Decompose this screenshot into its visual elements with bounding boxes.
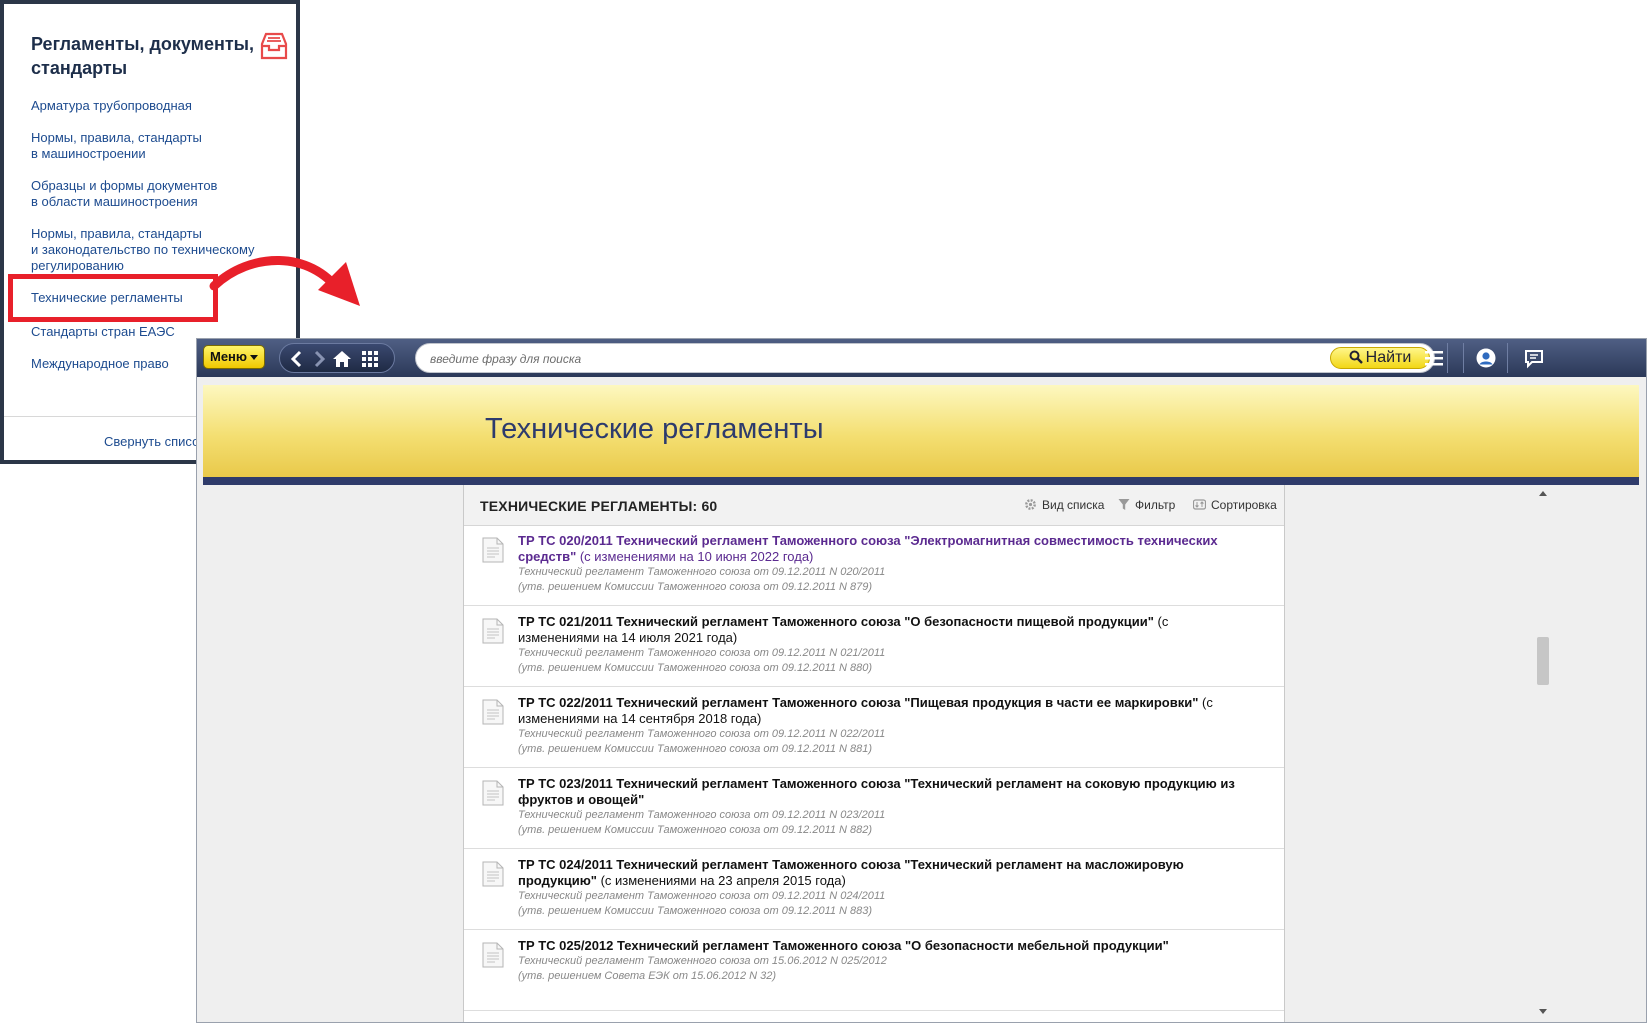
pointer-arrow-icon	[209, 256, 360, 306]
sidebar-item-eaeu-standards[interactable]: Стандарты стран ЕАЭС	[31, 324, 175, 340]
document-approval-line: (утв. решением Комиссии Таможенного союз…	[518, 905, 873, 917]
scroll-down-arrow-icon[interactable]	[1539, 1009, 1547, 1014]
search-input[interactable]	[428, 348, 1312, 370]
top-toolbar: Меню введите фразу для поиска Найти	[197, 339, 1646, 377]
document-approval-line: (утв. решением Комиссии Таможенного союз…	[518, 581, 873, 593]
document-list-panel: ТЕХНИЧЕСКИЕ РЕГЛАМЕНТЫ: 60 Вид списка Фи…	[463, 485, 1285, 1022]
document-meta-line: Технический регламент Таможенного союза …	[518, 890, 886, 902]
document-icon	[482, 942, 504, 968]
list-title: ТЕХНИЧЕСКИЕ РЕГЛАМЕНТЫ: 60	[480, 498, 718, 514]
toolbar-separator	[1447, 343, 1448, 373]
filter-label: Фильтр	[1135, 498, 1176, 512]
document-title[interactable]: ТР ТС 023/2011 Технический регламент Там…	[518, 776, 1238, 808]
document-icon	[482, 780, 504, 806]
vertical-scrollbar[interactable]	[1535, 485, 1551, 1019]
document-list-item[interactable]: ТР ТС 025/2012 Технический регламент Там…	[464, 930, 1284, 1011]
search-icon	[1349, 350, 1363, 364]
collapse-list-link[interactable]: Свернуть список	[104, 434, 205, 449]
document-icon	[482, 861, 504, 887]
document-name: ТР ТС 025/2012 Технический регламент Там…	[518, 938, 1169, 953]
navigation-group	[279, 343, 395, 373]
search-box: Найти	[415, 343, 1435, 373]
sidebar-item-international-law[interactable]: Международное право	[31, 356, 169, 372]
document-list-item[interactable]: ТР ТС 020/2011 Технический регламент Там…	[464, 525, 1284, 606]
document-meta-line: Технический регламент Таможенного союза …	[518, 955, 887, 967]
list-header: ТЕХНИЧЕСКИЕ РЕГЛАМЕНТЫ: 60 Вид списка Фи…	[464, 485, 1284, 526]
document-name: ТР ТС 022/2011 Технический регламент Там…	[518, 695, 1199, 710]
filter-button[interactable]: Фильтр	[1118, 498, 1175, 512]
toolbar-separator	[1507, 343, 1508, 373]
document-icon	[482, 537, 504, 563]
document-approval-line: (утв. решением Совета ЕЭК от 15.06.2012 …	[518, 970, 777, 982]
sort-icon	[1192, 499, 1207, 510]
document-name: ТР ТС 021/2011 Технический регламент Там…	[518, 614, 1154, 629]
search-button-label: Найти	[1365, 349, 1412, 366]
document-title[interactable]: ТР ТС 022/2011 Технический регламент Там…	[518, 695, 1238, 727]
document-meta-line: Технический регламент Таможенного союза …	[518, 647, 886, 659]
side-panel-title: Регламенты, документы, стандарты	[31, 34, 255, 78]
caret-down-icon	[250, 355, 258, 360]
scroll-thumb[interactable]	[1537, 637, 1549, 685]
sidebar-item-engineering-norms[interactable]: Нормы, правила, стандарты в машиностроен…	[31, 130, 202, 162]
banner-bottom-bar	[203, 477, 1639, 485]
sort-button[interactable]: Сортировка	[1192, 498, 1277, 512]
document-list-item[interactable]: ТР ТС 022/2011 Технический регламент Там…	[464, 687, 1284, 768]
chat-icon[interactable]	[1523, 347, 1545, 369]
document-approval-line: (утв. решением Комиссии Таможенного союз…	[518, 743, 873, 755]
document-icon	[482, 618, 504, 644]
archive-box-icon	[260, 32, 288, 60]
search-button[interactable]: Найти	[1330, 347, 1430, 369]
document-name: ТР ТС 023/2011 Технический регламент Там…	[518, 776, 1235, 807]
menu-button-label: Меню	[210, 349, 248, 364]
document-meta-line: Технический регламент Таможенного союза …	[518, 809, 886, 821]
menu-button[interactable]: Меню	[203, 345, 265, 369]
chevron-right-icon[interactable]	[308, 348, 330, 370]
sidebar-item-document-forms[interactable]: Образцы и формы документов в области маш…	[31, 178, 217, 210]
sort-label: Сортировка	[1211, 498, 1277, 512]
user-icon[interactable]	[1475, 347, 1497, 369]
hamburger-icon[interactable]	[1423, 347, 1445, 369]
document-title[interactable]: ТР ТС 020/2011 Технический регламент Там…	[518, 533, 1238, 565]
document-approval-line: (утв. решением Комиссии Таможенного союз…	[518, 662, 873, 674]
document-title[interactable]: ТР ТС 021/2011 Технический регламент Там…	[518, 614, 1238, 646]
toolbar-separator	[1463, 343, 1464, 373]
document-title[interactable]: ТР ТС 024/2011 Технический регламент Там…	[518, 857, 1238, 889]
scroll-up-arrow-icon[interactable]	[1539, 491, 1547, 496]
page-banner: Технические регламенты	[203, 385, 1639, 477]
document-title[interactable]: ТР ТС 025/2012 Технический регламент Там…	[518, 938, 1238, 954]
chevron-left-icon[interactable]	[286, 348, 308, 370]
grid-icon[interactable]	[359, 348, 381, 370]
app-window: Меню введите фразу для поиска Найти Техн…	[196, 338, 1647, 1023]
sidebar-item-fittings[interactable]: Арматура трубопроводная	[31, 98, 192, 114]
list-view-button[interactable]: Вид списка	[1024, 498, 1104, 512]
list-view-label: Вид списка	[1042, 498, 1105, 512]
highlight-frame	[8, 274, 218, 322]
document-list-item[interactable]: ТР ТС 023/2011 Технический регламент Там…	[464, 768, 1284, 849]
document-meta-line: Технический регламент Таможенного союза …	[518, 566, 886, 578]
document-revision-note: (с изменениями на 10 июня 2022 года)	[576, 549, 814, 564]
filter-icon	[1118, 499, 1130, 510]
document-revision-note: (с изменениями на 23 апреля 2015 года)	[596, 873, 846, 888]
document-list-item[interactable]: ТР ТС 024/2011 Технический регламент Там…	[464, 849, 1284, 930]
gear-icon	[1025, 499, 1036, 510]
page-title: Технические регламенты	[485, 413, 824, 445]
home-icon[interactable]	[331, 348, 353, 370]
document-list-item[interactable]: ТР ТС 021/2011 Технический регламент Там…	[464, 606, 1284, 687]
document-icon	[482, 699, 504, 725]
document-approval-line: (утв. решением Комиссии Таможенного союз…	[518, 824, 873, 836]
document-meta-line: Технический регламент Таможенного союза …	[518, 728, 886, 740]
